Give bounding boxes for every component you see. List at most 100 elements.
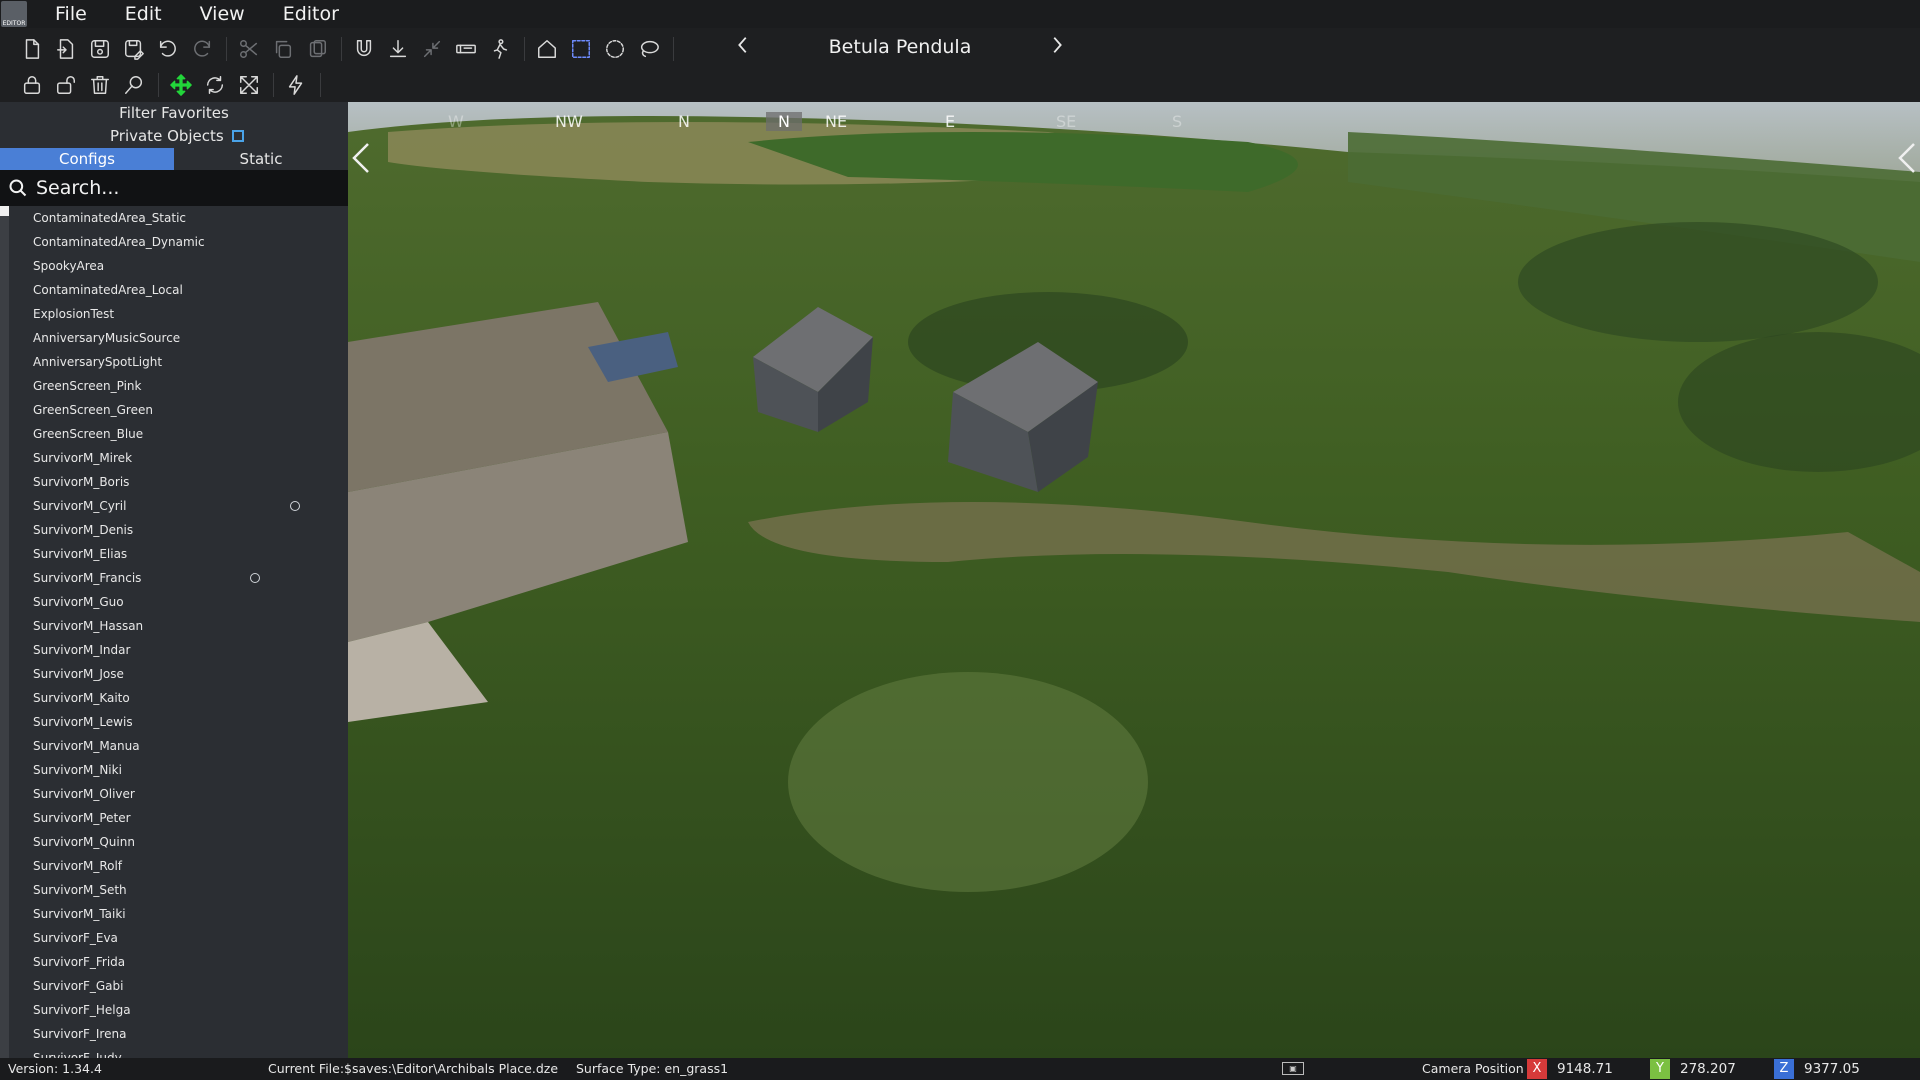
list-item[interactable]: SurvivorM_Niki [0,758,348,782]
walk-mode-icon[interactable] [488,37,512,61]
list-item[interactable]: SurvivorM_Denis [0,518,348,542]
list-item[interactable]: SurvivorM_Boris [0,470,348,494]
next-map-button[interactable] [1046,34,1070,58]
box-select-icon[interactable] [569,37,593,61]
list-item[interactable]: ContaminatedArea_Local [0,278,348,302]
list-item[interactable]: SurvivorM_Rolf [0,854,348,878]
list-item-label: SurvivorF_Irena [33,1027,127,1041]
camera-x-value[interactable]: 9148.71 [1557,1061,1613,1077]
save-icon[interactable] [88,37,112,61]
list-item[interactable]: GreenScreen_Green [0,398,348,422]
list-item-label: GreenScreen_Pink [33,379,142,393]
list-item[interactable]: SurvivorM_Kaito [0,686,348,710]
save-as-icon[interactable] [122,37,146,61]
camera-icon[interactable]: ▣ [1282,1062,1304,1075]
menu-view[interactable]: View [200,3,245,25]
ground-snap-icon[interactable] [386,37,410,61]
list-item[interactable]: SurvivorM_Oliver [0,782,348,806]
copy-icon[interactable] [271,37,295,61]
magnet-icon[interactable] [352,37,376,61]
search-input[interactable] [36,177,336,199]
previous-map-button[interactable] [732,34,756,58]
open-file-icon[interactable] [54,37,78,61]
filter-favorites-button[interactable]: Filter Favorites [0,104,348,122]
tab-static[interactable]: Static [174,148,348,170]
list-item[interactable]: ContaminatedArea_Dynamic [0,230,348,254]
menu-edit[interactable]: Edit [125,3,162,25]
list-item[interactable]: SurvivorM_Taiki [0,902,348,926]
list-item[interactable]: SurvivorF_Eva [0,926,348,950]
compass-south: S [1172,112,1183,131]
compass-north-marker: N [678,112,690,131]
list-item[interactable]: SurvivorM_Indar [0,638,348,662]
list-item[interactable]: ContaminatedArea_Static [0,206,348,230]
list-item[interactable]: GreenScreen_Blue [0,422,348,446]
list-item[interactable]: SurvivorF_Irena [0,1022,348,1046]
list-item[interactable]: SurvivorF_Helga [0,998,348,1022]
collapse-left-panel-icon[interactable] [348,140,378,176]
list-item[interactable]: SurvivorM_Quinn [0,830,348,854]
collapse-icon[interactable] [420,37,444,61]
menu-editor[interactable]: Editor [283,3,339,25]
delete-icon[interactable] [88,73,112,97]
toolbar: Betula Pendula [0,28,1920,102]
list-item[interactable]: GreenScreen_Pink [0,374,348,398]
unlock-icon[interactable] [54,73,78,97]
list-item[interactable]: SurvivorM_Francis [0,566,348,590]
favorite-marker-icon[interactable] [250,573,260,583]
list-item[interactable]: SurvivorM_Elias [0,542,348,566]
list-item[interactable]: SurvivorF_Frida [0,950,348,974]
list-item[interactable]: SurvivorM_Manua [0,734,348,758]
3d-viewport[interactable]: W NW N N NE E SE S [348,102,1920,1058]
list-item-label: GreenScreen_Blue [33,427,144,441]
cut-icon[interactable] [237,37,261,61]
rotate-gizmo-icon[interactable] [203,73,227,97]
camera-z-value[interactable]: 9377.05 [1804,1061,1860,1077]
list-item[interactable]: SurvivorM_Lewis [0,710,348,734]
camera-y: Y 278.207 [1650,1059,1736,1079]
home-icon[interactable] [535,37,559,61]
menu-file[interactable]: File [55,3,87,25]
list-item[interactable]: SurvivorM_Jose [0,662,348,686]
status-bar: Version: 1.34.4 Current File:$saves:\Edi… [0,1058,1920,1080]
camera-y-value[interactable]: 278.207 [1680,1061,1736,1077]
paste-icon[interactable] [305,37,329,61]
list-item[interactable]: ExplosionTest [0,302,348,326]
place-object-icon[interactable] [454,37,478,61]
lightning-icon[interactable] [284,73,308,97]
toolbar-row-1 [20,32,684,66]
list-item[interactable]: AnniversarySpotLight [0,350,348,374]
list-item[interactable]: SurvivorM_Cyril [0,494,348,518]
list-item[interactable]: SurvivorM_Mirek [0,446,348,470]
list-item[interactable]: SurvivorM_Hassan [0,614,348,638]
version-label: Version: 1.34.4 [8,1061,102,1076]
private-objects-checkbox[interactable] [231,130,244,142]
list-item-label: SurvivorF_Judy [33,1051,122,1058]
list-item[interactable]: SurvivorM_Guo [0,590,348,614]
list-item[interactable]: SpookyArea [0,254,348,278]
list-item-label: AnniversarySpotLight [33,355,163,369]
tab-configs[interactable]: Configs [0,148,174,170]
redo-icon[interactable] [190,37,214,61]
undo-icon[interactable] [156,37,180,61]
list-item[interactable]: AnniversaryMusicSource [0,326,348,350]
scale-gizmo-icon[interactable] [237,73,261,97]
toolbar-divider [273,73,274,97]
move-gizmo-icon[interactable] [169,73,193,97]
search-object-icon[interactable] [122,73,146,97]
circle-select-icon[interactable] [603,37,627,61]
list-item[interactable]: SurvivorF_Gabi [0,974,348,998]
toolbar-divider [320,73,321,97]
private-objects-toggle[interactable]: Private Objects [110,127,244,145]
list-item[interactable]: SurvivorF_Judy [0,1046,348,1058]
lock-icon[interactable] [20,73,44,97]
list-item[interactable]: SurvivorM_Seth [0,878,348,902]
new-file-icon[interactable] [20,37,44,61]
list-item-label: SurvivorM_Hassan [33,619,144,633]
lasso-select-icon[interactable] [637,37,661,61]
expand-right-panel-icon[interactable] [1892,140,1920,176]
favorite-marker-icon[interactable] [290,501,300,511]
list-item-label: SurvivorM_Guo [33,595,124,609]
list-item-label: SurvivorM_Francis [33,571,142,585]
list-item[interactable]: SurvivorM_Peter [0,806,348,830]
